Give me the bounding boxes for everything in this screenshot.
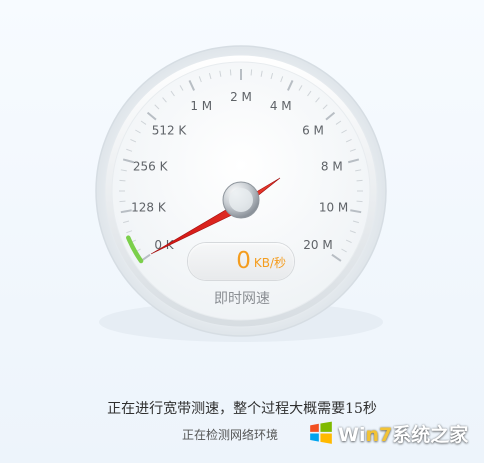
gauge-label: 8 M <box>321 160 343 174</box>
gauge-label: 0 K <box>154 238 174 252</box>
speedometer-gauge: 0 K 128 K 256 K 512 K1 M 2 M 4 M 6 M 8 M 10 M 20 … <box>95 45 387 342</box>
gauge-label: 256 K <box>133 160 169 174</box>
gauge-label: 512 K <box>152 124 188 138</box>
current-speed-unit: KB/秒 <box>253 255 286 270</box>
gauge-minor-tick <box>356 179 363 182</box>
gauge-label: 4 M <box>270 99 292 113</box>
current-speed-display: 0 KB/秒 <box>188 243 294 280</box>
gauge-minor-tick <box>229 69 232 76</box>
current-speed-value: 0 <box>236 248 251 274</box>
gauge-label: 128 K <box>131 200 167 214</box>
gauge-caption: 即时网速 <box>214 291 270 307</box>
gauge-minor-tick <box>119 179 126 182</box>
status-main-message: 正在进行宽带测速，整个过程大概需要15秒 <box>107 401 377 417</box>
gauge-minor-tick <box>356 200 363 203</box>
status-sub-message: 正在检测网络环境 <box>182 428 279 442</box>
gauge-label: 2 M <box>230 90 252 104</box>
gauge-label: 1 M <box>190 99 212 113</box>
gauge-minor-tick <box>119 200 126 203</box>
metal-cap-highlight <box>229 188 253 212</box>
gauge-label: 10 M <box>319 200 348 214</box>
gauge-label: 20 M <box>303 238 332 252</box>
gauge-minor-tick <box>250 69 253 76</box>
gauge-label: 6 M <box>302 124 324 138</box>
